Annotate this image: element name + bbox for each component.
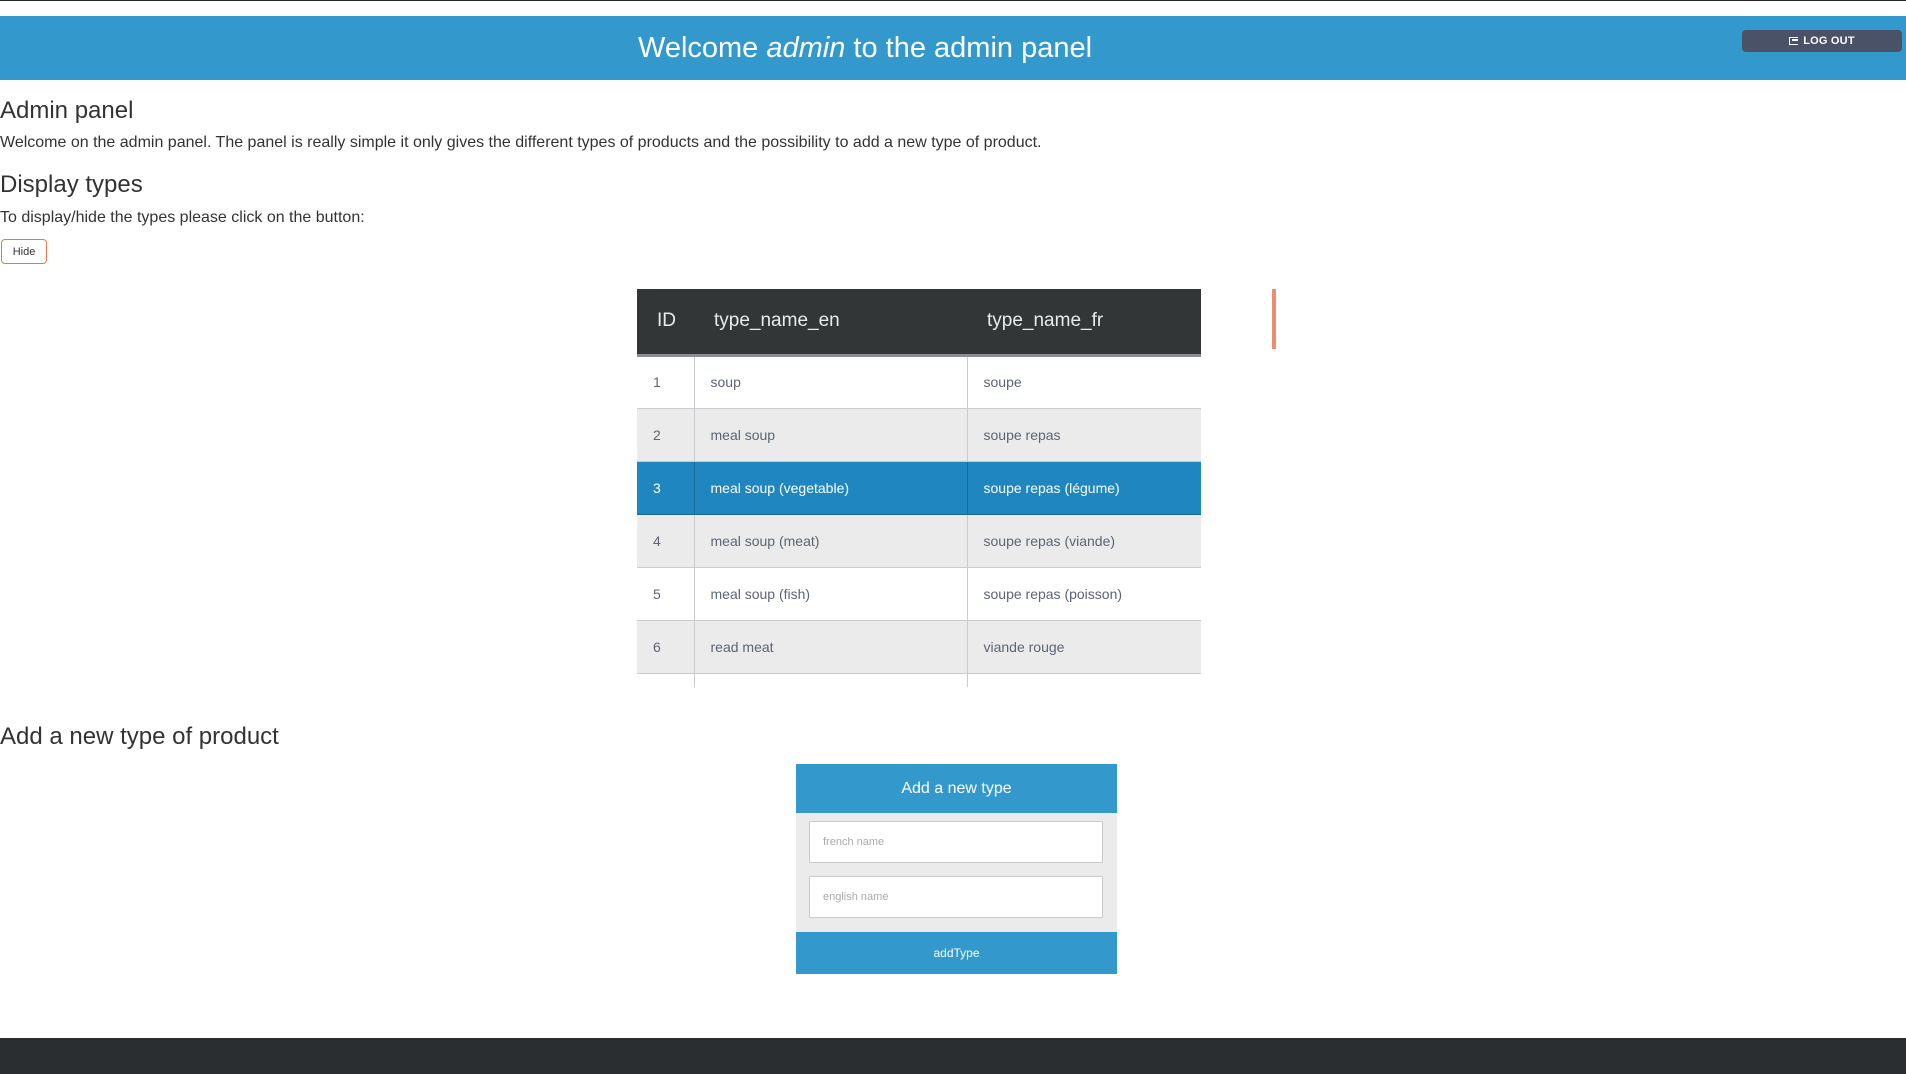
table-row-partial xyxy=(637,673,1201,687)
table-header-row: ID type_name_en type_name_fr xyxy=(637,289,1201,357)
cell-id: 2 xyxy=(637,408,694,462)
column-header-id[interactable]: ID xyxy=(637,289,694,357)
page-footer xyxy=(0,1038,1906,1074)
table-row-selected[interactable]: 3 meal soup (vegetable) soupe repas (lég… xyxy=(637,461,1201,515)
types-table-container[interactable]: ID type_name_en type_name_fr 1 soup soup… xyxy=(637,289,1201,689)
display-types-heading: Display types xyxy=(0,171,143,198)
table-row[interactable]: 6 read meat viande rouge xyxy=(637,620,1201,674)
username: admin xyxy=(766,32,846,64)
cell-id: 3 xyxy=(637,461,694,515)
logout-button[interactable]: LOG OUT xyxy=(1742,30,1902,52)
english-name-input[interactable] xyxy=(809,876,1103,918)
add-type-heading: Add a new type of product xyxy=(0,723,279,750)
types-table: ID type_name_en type_name_fr 1 soup soup… xyxy=(637,289,1201,687)
form-title: Add a new type xyxy=(796,764,1117,813)
table-row[interactable]: 1 soup soupe xyxy=(637,355,1201,409)
cell-type-name-en: soup xyxy=(693,355,967,409)
column-header-type-name-fr[interactable]: type_name_fr xyxy=(967,289,1201,357)
cell-id: 4 xyxy=(637,514,694,568)
cell-type-name-en: meal soup (fish) xyxy=(693,567,967,621)
cell-type-name-fr: soupe repas (légume) xyxy=(966,461,1201,515)
table-row[interactable]: 4 meal soup (meat) soupe repas (viande) xyxy=(637,514,1201,568)
cell-id: 6 xyxy=(637,620,694,674)
cell-id: 1 xyxy=(637,355,694,409)
hide-types-button[interactable]: Hide xyxy=(1,239,47,264)
cell-type-name-fr: soupe repas xyxy=(966,408,1201,462)
top-border xyxy=(0,0,1906,1)
cell-id: 5 xyxy=(637,567,694,621)
cell-type-name-fr: viande rouge xyxy=(966,620,1201,674)
cell-type-name-en: read meat xyxy=(693,620,967,674)
table-row[interactable]: 2 meal soup soupe repas xyxy=(637,408,1201,462)
table-row[interactable]: 5 meal soup (fish) soupe repas (poisson) xyxy=(637,567,1201,621)
cell-type-name-fr: soupe xyxy=(966,355,1201,409)
page-title: Welcome admin to the admin panel xyxy=(0,16,1730,80)
french-name-input[interactable] xyxy=(809,821,1103,863)
cell-type-name-fr: soupe repas (viande) xyxy=(966,514,1201,568)
column-header-type-name-en[interactable]: type_name_en xyxy=(694,289,967,357)
cell-type-name-fr: soupe repas (poisson) xyxy=(966,567,1201,621)
cell-type-name-en: meal soup (vegetable) xyxy=(693,461,967,515)
admin-panel-intro: Welcome on the admin panel. The panel is… xyxy=(0,134,1042,151)
logout-label: LOG OUT xyxy=(1803,35,1855,47)
sign-out-icon xyxy=(1789,37,1799,45)
admin-panel-heading: Admin panel xyxy=(0,97,134,124)
add-type-submit-button[interactable]: addType xyxy=(796,932,1117,974)
title-suffix: to the admin panel xyxy=(845,32,1093,64)
add-type-form: Add a new type addType xyxy=(796,764,1117,974)
display-types-instruction: To display/hide the types please click o… xyxy=(0,209,365,226)
cell-type-name-en: meal soup (meat) xyxy=(693,514,967,568)
cell-type-name-en: meal soup xyxy=(693,408,967,462)
title-prefix: Welcome xyxy=(637,32,767,64)
scrollbar-thumb[interactable] xyxy=(1272,289,1276,349)
top-header: Welcome admin to the admin panel LOG OUT xyxy=(0,16,1906,80)
